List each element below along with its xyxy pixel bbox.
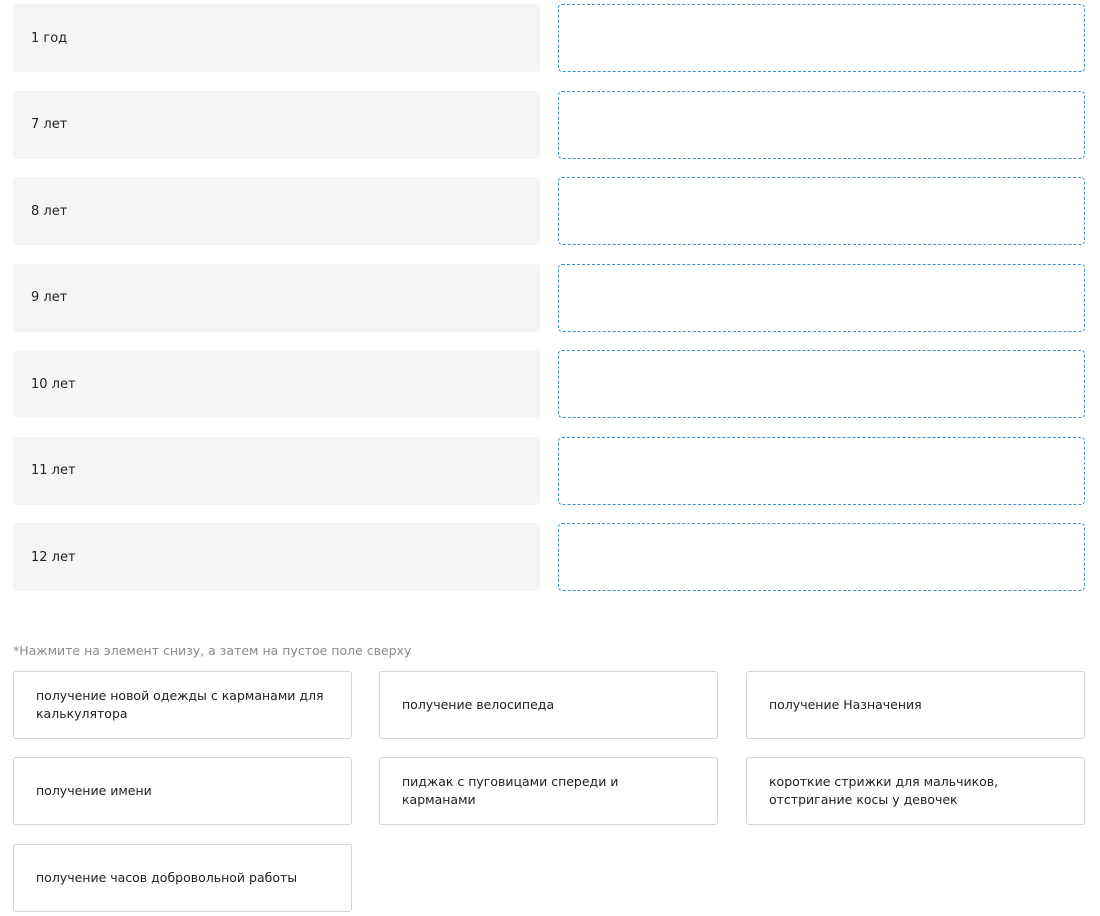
matching-pairs: 1 год 7 лет 8 лет 9 лет 10 лет 11 лет 12…: [13, 4, 1085, 610]
answer-drop-zone[interactable]: [558, 350, 1085, 418]
pair-row-2: 7 лет: [13, 90, 1085, 159]
answer-option[interactable]: получение велосипеда: [379, 671, 718, 739]
answer-option[interactable]: получение имени: [13, 757, 352, 825]
prompt-label: 7 лет: [31, 117, 68, 132]
pair-row-3: 8 лет: [13, 177, 1085, 245]
prompt-age: 12 лет: [13, 523, 540, 591]
option-label: пиджак с пуговицами спереди и карманами: [402, 774, 619, 807]
answer-drop-zone[interactable]: [558, 4, 1085, 72]
prompt-label: 9 лет: [31, 290, 68, 305]
answer-drop-zone[interactable]: [558, 523, 1085, 591]
option-label: получение Назначения: [769, 697, 922, 712]
option-label: получение часов добровольной работы: [36, 870, 298, 885]
answer-option[interactable]: пиджак с пуговицами спереди и карманами: [379, 757, 718, 825]
answer-drop-zone[interactable]: [558, 263, 1085, 332]
option-label: получение новой одежды с карманами для к…: [36, 688, 324, 721]
prompt-age: 8 лет: [13, 177, 540, 245]
pair-row-6: 11 лет: [13, 436, 1085, 505]
pair-row-5: 10 лет: [13, 350, 1085, 418]
pair-row-7: 12 лет: [13, 523, 1085, 591]
prompt-label: 12 лет: [31, 549, 76, 565]
answer-option[interactable]: получение новой одежды с карманами для к…: [13, 671, 352, 739]
prompt-age: 10 лет: [13, 350, 540, 418]
answer-option[interactable]: получение часов добровольной работы: [13, 844, 352, 912]
prompt-age: 7 лет: [13, 90, 540, 159]
option-label: короткие стрижки для мальчиков, отстрига…: [769, 774, 999, 807]
answer-option[interactable]: короткие стрижки для мальчиков, отстрига…: [746, 757, 1085, 825]
prompt-age: 9 лет: [13, 263, 540, 332]
prompt-label: 1 год: [31, 30, 68, 46]
prompt-label: 10 лет: [31, 376, 76, 392]
prompt-age: 11 лет: [13, 436, 540, 505]
answer-drop-zone[interactable]: [558, 436, 1085, 505]
instruction-hint: *Нажмите на элемент снизу, а затем на пу…: [13, 643, 412, 658]
pair-row-1: 1 год: [13, 4, 1085, 72]
answer-option[interactable]: получение Назначения: [746, 671, 1085, 739]
prompt-age: 1 год: [13, 4, 540, 72]
answer-drop-zone[interactable]: [558, 177, 1085, 245]
prompt-label: 11 лет: [31, 463, 76, 478]
option-label: получение велосипеда: [402, 697, 555, 712]
prompt-label: 8 лет: [31, 203, 68, 219]
pair-row-4: 9 лет: [13, 263, 1085, 332]
answer-drop-zone[interactable]: [558, 90, 1085, 159]
option-label: получение имени: [36, 783, 152, 798]
